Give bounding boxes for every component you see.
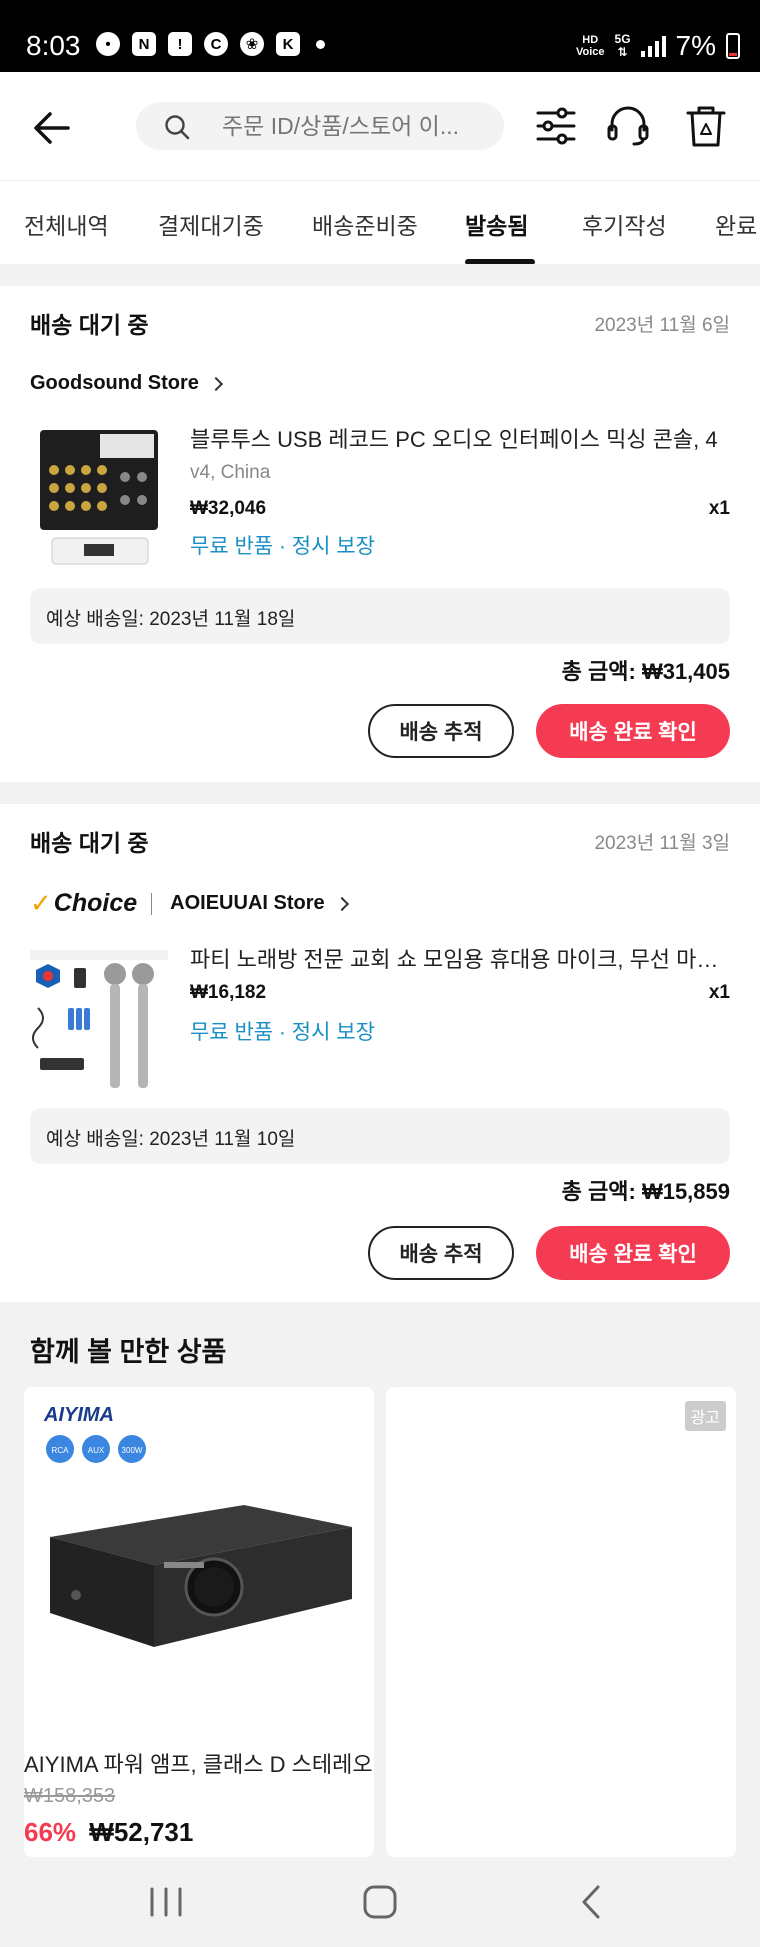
- ad-badge: 광고: [684, 1401, 726, 1431]
- order-status: 배송 대기 중: [30, 312, 149, 338]
- sale-price: ₩52,731: [89, 1817, 194, 1847]
- status-time: 8:03: [26, 30, 81, 61]
- order-status: 배송 대기 중: [30, 830, 149, 856]
- track-shipment-button[interactable]: 배송 추적: [368, 704, 514, 758]
- product-quantity: x1: [708, 982, 730, 1003]
- spec-badge-1: RCA: [52, 1446, 70, 1455]
- notif-icon-3: !: [168, 32, 192, 56]
- signal-icon: [640, 35, 666, 57]
- confirm-delivery-button[interactable]: 배송 완료 확인: [536, 1226, 730, 1280]
- tab-all[interactable]: 전체내역: [24, 207, 109, 241]
- service-tags: 무료 반품 · 정시 보장: [190, 1021, 375, 1044]
- hd-label: HD: [582, 34, 599, 46]
- store-name: Goodsound Store: [30, 372, 199, 394]
- choice-label: Choice: [53, 889, 138, 917]
- battery-percent: 7%: [675, 30, 716, 61]
- product-image-microphone[interactable]: [30, 948, 168, 1096]
- top-bar: [0, 72, 760, 180]
- back-arrow-icon[interactable]: [32, 108, 72, 148]
- tab-write-review[interactable]: 후기작성: [582, 207, 667, 241]
- hd-voice-icon: HD Voice: [576, 34, 605, 58]
- notification-icons: • N ! C ❀ K: [96, 32, 325, 56]
- data-arrows-icon: ⇅: [617, 45, 628, 59]
- status-bar: 8:03 • N ! C ❀ K HD Voice 5G ⇅ 7%: [0, 0, 760, 72]
- back-icon[interactable]: [562, 1875, 622, 1929]
- product-price: ₩16,182: [190, 982, 267, 1003]
- product-title[interactable]: 파티 노래방 전문 교회 쇼 모임용 휴대용 마이크, 무선 마이크: [190, 942, 730, 974]
- product-image-mixer[interactable]: [30, 422, 168, 570]
- battery-icon: [726, 33, 740, 59]
- order-card[interactable]: 배송 대기 중 2023년 11월 6일 Goodsound Store 블루투…: [0, 286, 760, 782]
- tab-preparing[interactable]: 배송준비중: [312, 207, 418, 241]
- confirm-delivery-button[interactable]: 배송 완료 확인: [536, 704, 730, 758]
- network-5g-icon: 5G ⇅: [615, 33, 631, 59]
- recommended-product-name: AIYIMA 파워 앰프, 클래스 D 스테레오: [24, 1752, 373, 1777]
- product-variant: v4, China: [190, 462, 271, 483]
- order-card[interactable]: 배송 대기 중 2023년 11월 3일 ✓ Choice AOIEUUAI S…: [0, 804, 760, 1302]
- ad-product-card[interactable]: 광고: [386, 1387, 736, 1857]
- recommendations-title: 함께 볼 만한 상품: [30, 1337, 227, 1367]
- notif-icon-2: N: [132, 32, 156, 56]
- more-notifications-dot-icon: [316, 39, 325, 49]
- spec-badge-2: AUX: [88, 1446, 105, 1455]
- service-tags: 무료 반품 · 정시 보장: [190, 535, 375, 558]
- notif-icon-1: •: [96, 32, 120, 56]
- track-shipment-button[interactable]: 배송 추적: [368, 1226, 514, 1280]
- recent-apps-icon[interactable]: [136, 1875, 196, 1929]
- spec-badge-3: 300W: [122, 1446, 143, 1455]
- order-date: 2023년 11월 6일: [594, 315, 730, 336]
- order-total: 총 금액: ₩31,405: [561, 659, 730, 684]
- recycle-bin-icon[interactable]: [684, 104, 728, 148]
- notif-icon-6: K: [276, 32, 300, 56]
- divider: [151, 892, 153, 915]
- active-tab-indicator: [465, 259, 535, 264]
- order-status-tabs: 전체내역 결제대기중 배송준비중 발송됨 후기작성 완료: [0, 180, 760, 264]
- tab-completed[interactable]: 완료: [715, 207, 757, 241]
- order-date: 2023년 11월 3일: [594, 833, 730, 854]
- product-quantity: x1: [708, 498, 730, 519]
- chevron-right-icon: [208, 376, 223, 391]
- price-row: 66% ₩52,731: [24, 1817, 193, 1848]
- store-link[interactable]: Goodsound Store: [30, 372, 223, 395]
- tab-shipped[interactable]: 발송됨: [465, 207, 528, 241]
- original-price: ₩158,353: [24, 1785, 116, 1807]
- estimated-delivery: 예상 배송일: 2023년 11월 10일: [30, 1108, 730, 1164]
- choice-badge: ✓ Choice: [30, 888, 137, 919]
- recommended-product-card[interactable]: AIYIMA RCA AUX 300W AIYIMA 파워 앰프, 클래스 D …: [24, 1387, 374, 1857]
- product-title[interactable]: 블루투스 USB 레코드 PC 오디오 인터페이스 믹싱 콘솔, 4: [190, 422, 730, 454]
- check-icon: ✓: [30, 888, 52, 918]
- tab-awaiting-payment[interactable]: 결제대기중: [158, 207, 264, 241]
- store-name: AOIEUUAI Store: [170, 892, 325, 914]
- filter-sliders-icon[interactable]: [534, 104, 578, 148]
- estimated-delivery: 예상 배송일: 2023년 11월 18일: [30, 588, 730, 644]
- store-link[interactable]: ✓ Choice AOIEUUAI Store: [30, 888, 349, 919]
- voice-label: Voice: [575, 46, 605, 58]
- search-bar[interactable]: [136, 102, 504, 150]
- product-image-amplifier: AIYIMA RCA AUX 300W: [24, 1387, 374, 1737]
- chevron-right-icon: [334, 896, 349, 911]
- home-icon[interactable]: [350, 1875, 410, 1929]
- system-navigation-bar: [0, 1857, 760, 1947]
- search-input[interactable]: [222, 102, 492, 150]
- product-price: ₩32,046: [190, 498, 267, 519]
- notif-icon-5: ❀: [240, 32, 264, 56]
- search-icon: [165, 115, 190, 140]
- discount-percent: 66%: [24, 1817, 77, 1847]
- brand-logo: AIYIMA: [43, 1404, 114, 1426]
- order-total: 총 금액: ₩15,859: [561, 1179, 730, 1204]
- notif-icon-4: C: [204, 32, 228, 56]
- customer-service-headset-icon[interactable]: [606, 104, 650, 148]
- status-indicators: HD Voice 5G ⇅ 7%: [576, 30, 740, 62]
